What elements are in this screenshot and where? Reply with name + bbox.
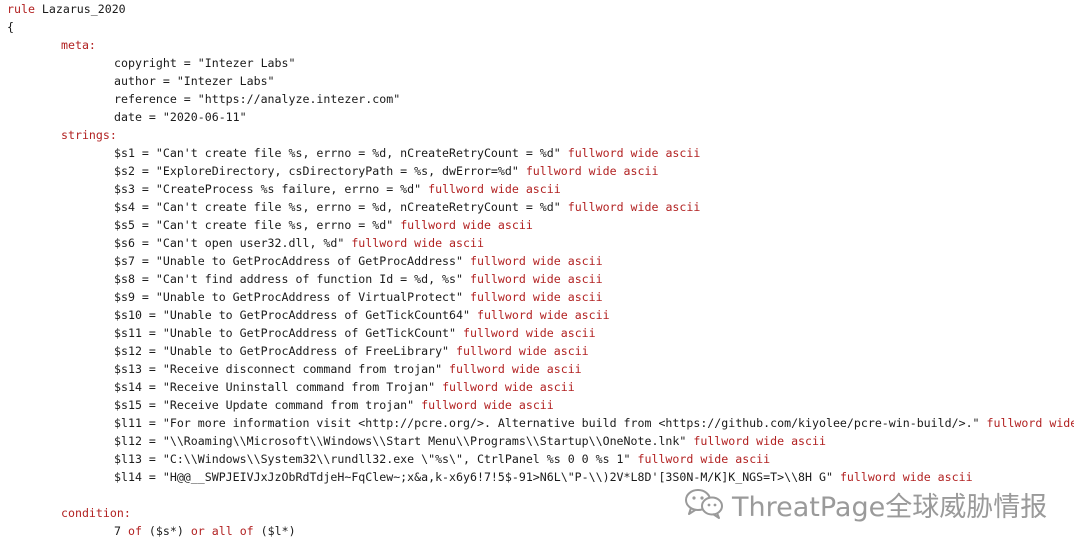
string-modifiers: fullword wide ascii <box>693 434 826 448</box>
string-modifiers: fullword wide ascii <box>456 344 589 358</box>
string-definition: $s6 = "Can't open user32.dll, %d" fullwo… <box>114 234 484 252</box>
string-definition: $s14 = "Receive Uninstall command from T… <box>114 378 575 396</box>
string-value: $l13 = "C:\\Windows\\System32\\rundll32.… <box>114 452 631 466</box>
meta-line: copyright = "Intezer Labs" <box>114 56 296 70</box>
string-definition: $s12 = "Unable to GetProcAddress of Free… <box>114 342 589 360</box>
string-value: $s9 = "Unable to GetProcAddress of Virtu… <box>114 290 464 304</box>
string-modifiers: fullword wide ascii <box>400 218 533 232</box>
string-definition: $l12 = "\\Roaming\\Microsoft\\Windows\\S… <box>114 432 826 450</box>
string-definition: $s10 = "Unable to GetProcAddress of GetT… <box>114 306 610 324</box>
meta-line: reference = "https://analyze.intezer.com… <box>114 92 401 106</box>
or-keyword: or <box>190 524 205 538</box>
string-modifiers: fullword wide ascii <box>421 398 554 412</box>
string-definition: $s3 = "CreateProcess %s failure, errno =… <box>114 180 561 198</box>
string-value: $l11 = "For more information visit <http… <box>114 416 980 430</box>
string-modifiers: fullword wide ascii <box>567 146 701 160</box>
string-modifiers: fullword wide ascii <box>449 362 582 376</box>
string-definition: $s2 = "ExploreDirectory, csDirectoryPath… <box>114 162 658 180</box>
string-modifiers: fullword wide ascii <box>463 326 596 340</box>
string-value: $s2 = "ExploreDirectory, csDirectoryPath… <box>114 164 519 178</box>
string-modifiers: fullword wide ascii <box>428 182 561 196</box>
string-definition: $l13 = "C:\\Windows\\System32\\rundll32.… <box>114 450 770 468</box>
string-definition: $l11 = "For more information visit <http… <box>114 414 1074 432</box>
l-set: ($l*) <box>260 524 296 538</box>
string-modifiers: fullword wide ascii <box>470 254 603 268</box>
string-definition: $s4 = "Can't create file %s, errno = %d,… <box>114 198 700 216</box>
of-keyword: of <box>239 524 254 538</box>
string-definition: $s11 = "Unable to GetProcAddress of GetT… <box>114 324 596 342</box>
meta-line: date = "2020-06-11" <box>114 110 247 124</box>
string-modifiers: fullword wide ascii <box>986 416 1074 430</box>
string-value: $s5 = "Can't create file %s, errno = %d" <box>114 218 394 232</box>
string-modifiers: fullword wide ascii <box>351 236 484 250</box>
string-modifiers: fullword wide ascii <box>470 272 603 286</box>
string-value: $s12 = "Unable to GetProcAddress of Free… <box>114 344 450 358</box>
string-value: $s15 = "Receive Update command from troj… <box>114 398 415 412</box>
string-modifiers: fullword wide ascii <box>476 308 610 322</box>
string-value: $s14 = "Receive Uninstall command from T… <box>114 380 436 394</box>
string-definition: $s9 = "Unable to GetProcAddress of Virtu… <box>114 288 603 306</box>
meta-line: author = "Intezer Labs" <box>114 74 275 88</box>
condition-count: 7 <box>114 524 121 538</box>
string-modifiers: fullword wide ascii <box>470 290 603 304</box>
rule-name: Lazarus_2020 <box>41 2 126 16</box>
condition-label: condition: <box>61 506 131 520</box>
meta-label: meta: <box>61 38 96 52</box>
string-value: $s4 = "Can't create file %s, errno = %d,… <box>114 200 561 214</box>
rule-keyword: rule <box>7 2 35 16</box>
string-value: $s7 = "Unable to GetProcAddress of GetPr… <box>114 254 464 268</box>
string-value: $s6 = "Can't open user32.dll, %d" <box>114 236 345 250</box>
string-modifiers: fullword wide ascii <box>839 470 973 484</box>
string-value: $s10 = "Unable to GetProcAddress of GetT… <box>114 308 470 322</box>
string-modifiers: fullword wide ascii <box>637 452 771 466</box>
strings-label: strings: <box>61 128 117 142</box>
string-definition: $s15 = "Receive Update command from troj… <box>114 396 554 414</box>
of-keyword: of <box>127 524 142 538</box>
string-value: $l12 = "\\Roaming\\Microsoft\\Windows\\S… <box>114 434 687 448</box>
string-definition: $s13 = "Receive disconnect command from … <box>114 360 582 378</box>
string-value: $s11 = "Unable to GetProcAddress of GetT… <box>114 326 457 340</box>
string-modifiers: fullword wide ascii <box>567 200 701 214</box>
string-definition: $s7 = "Unable to GetProcAddress of GetPr… <box>114 252 603 270</box>
string-value: $l14 = "H@@__SWPJEIVJxJzObRdTdjeH~FqClew… <box>114 470 833 484</box>
string-value: $s13 = "Receive disconnect command from … <box>114 362 443 376</box>
string-definition: $s5 = "Can't create file %s, errno = %d"… <box>114 216 533 234</box>
string-definition: $s1 = "Can't create file %s, errno = %d,… <box>114 144 700 162</box>
string-value: $s8 = "Can't find address of function Id… <box>114 272 464 286</box>
string-value: $s3 = "CreateProcess %s failure, errno =… <box>114 182 422 196</box>
string-definition: $s8 = "Can't find address of function Id… <box>114 270 603 288</box>
watermark: ThreatPage全球威胁情报 <box>684 484 1047 524</box>
string-modifiers: fullword wide ascii <box>525 164 659 178</box>
all-keyword: all <box>211 524 233 538</box>
condition-expression: 7 of ($s*) or all of ($l*) <box>114 522 296 540</box>
string-value: $s1 = "Can't create file %s, errno = %d,… <box>114 146 561 160</box>
open-brace: { <box>7 20 14 34</box>
string-modifiers: fullword wide ascii <box>442 380 575 394</box>
rule-header: rule Lazarus_2020 <box>7 0 126 18</box>
wechat-icon <box>684 487 724 522</box>
s-set: ($s*) <box>148 524 184 538</box>
watermark-text: ThreatPage全球威胁情报 <box>732 491 1048 523</box>
